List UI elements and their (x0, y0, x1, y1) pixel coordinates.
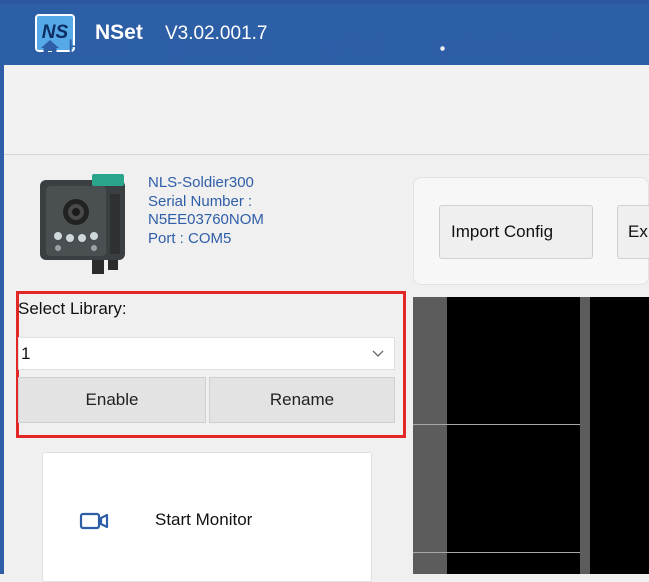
library-select-value: 1 (21, 344, 31, 363)
rename-button[interactable]: Rename (209, 377, 395, 423)
home-icon (41, 40, 59, 57)
device-serial-label: Serial Number : (148, 192, 253, 210)
viewer-divider (413, 552, 580, 553)
import-config-button[interactable]: Import Config (439, 205, 593, 259)
device-info: NLS-Soldier300 Serial Number : N5EE03760… (148, 174, 264, 248)
library-label: Select Library: (18, 299, 127, 318)
grid-icon (322, 39, 339, 57)
menu-item-configuration[interactable]: Configuration L (434, 34, 601, 62)
menu-item-settings-label: Settings (193, 36, 269, 59)
menu-item-home[interactable]: Home (40, 34, 124, 62)
menu-item-home-label: Home (68, 36, 125, 59)
menu-item-settings[interactable]: Settings (168, 34, 269, 62)
viewer-divider (413, 424, 580, 425)
grid-icon (168, 39, 185, 57)
device-image (40, 174, 125, 274)
gear-icon (434, 39, 451, 57)
menu-item-tool[interactable]: Tool (322, 34, 386, 62)
viewer-pane-right (590, 297, 649, 574)
menu-item-configuration-label: Configuration L (459, 36, 602, 59)
menu-bar (4, 65, 649, 155)
start-monitor-label: Start Monitor (155, 510, 253, 529)
enable-button[interactable]: Enable (18, 377, 206, 423)
device-serial-value: N5EE03760NOM (148, 211, 264, 228)
camera-icon (79, 512, 109, 530)
viewer-pane-left (447, 297, 580, 574)
chevron-down-icon (372, 350, 384, 357)
menu-item-tool-label: Tool (347, 36, 386, 59)
library-select[interactable]: 1 (18, 337, 395, 370)
export-config-button[interactable]: Ex (617, 205, 649, 259)
device-port: Port : COM5 (148, 229, 232, 247)
device-model: NLS-Soldier300 (148, 174, 254, 191)
